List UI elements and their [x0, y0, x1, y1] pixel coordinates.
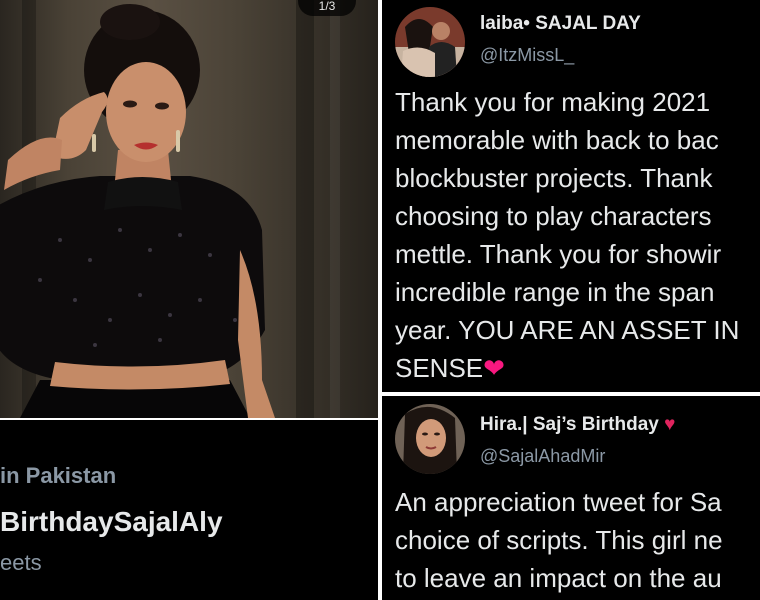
tweet-card[interactable]: laiba• SAJAL DAY @ItzMissL_ Thank you fo… — [382, 0, 760, 392]
tweet-text-line: year. YOU ARE AN ASSET IN — [395, 315, 740, 345]
user-handle[interactable]: @SajalAhadMir — [480, 446, 605, 467]
tweet-text-line: choosing to play characters — [395, 201, 712, 231]
tweet-text-line: to leave an impact on the au — [395, 563, 722, 593]
trend-card[interactable]: in Pakistan BirthdaySajalAly eets — [0, 420, 378, 600]
trend-tweet-count: eets — [0, 550, 42, 575]
heart-icon: ♥ — [664, 414, 676, 435]
tweet-card[interactable]: Hira.| Saj’s Birthday ♥ @SajalAhadMir An… — [382, 396, 760, 600]
media-counter-badge: 1/3 — [298, 0, 356, 16]
tweet-text-line: blockbuster projects. Thank — [395, 163, 713, 193]
tweet-text: Thank you for making 2021 memorable with… — [395, 83, 760, 387]
tweet-text-line: memorable with back to bac — [395, 125, 719, 155]
display-name-text: Hira.| Saj’s Birthday — [480, 414, 659, 435]
tweet-text-line: mettle. Thank you for showir — [395, 239, 722, 269]
tweet-text: An appreciation tweet for Sa choice of s… — [395, 483, 760, 597]
user-handle[interactable]: @ItzMissL_ — [480, 45, 574, 66]
display-name[interactable]: laiba• SAJAL DAY — [480, 13, 641, 35]
tweet-text-line: An appreciation tweet for Sa — [395, 487, 722, 517]
tweet-text-fragment: SENSE — [395, 353, 484, 383]
tweet-text-line: choice of scripts. This girl ne — [395, 525, 723, 555]
trend-location: in Pakistan — [0, 463, 117, 488]
tweet-text-line: SENSE❤ — [395, 349, 760, 387]
tweet-media-photo[interactable]: 1/3 — [0, 0, 378, 418]
avatar[interactable] — [395, 7, 465, 77]
trend-hashtag[interactable]: BirthdaySajalAly — [0, 506, 223, 538]
tweet-text-line: Thank you for making 2021 — [395, 87, 711, 117]
red-heart-emoji-icon: ❤ — [483, 353, 505, 383]
tweet-text-line: incredible range in the span — [395, 277, 715, 307]
avatar[interactable] — [395, 404, 465, 474]
portrait-illustration — [0, 4, 275, 418]
display-name[interactable]: Hira.| Saj’s Birthday ♥ — [480, 414, 675, 436]
